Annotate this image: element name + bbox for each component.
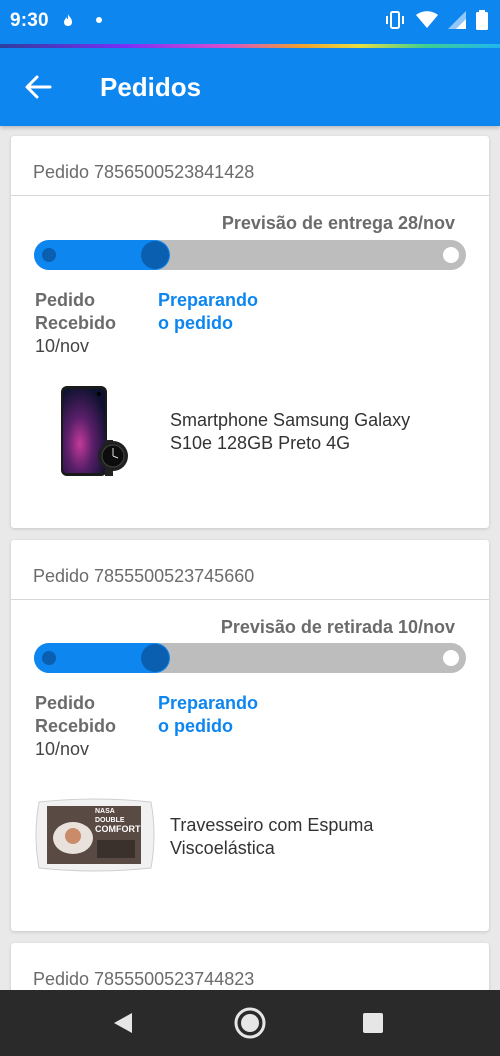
pillow-label: NASA DOUBLE COMFORT [95, 807, 141, 834]
product-name[interactable]: Smartphone Samsung Galaxy S10e 128GB Pre… [170, 409, 470, 455]
status-bar: 9:30 [0, 0, 500, 44]
orders-list[interactable]: Pedido 7856500523841428 Previsão de entr… [0, 126, 500, 990]
step-label-line1: Preparando [158, 290, 259, 310]
product-image-smartphone[interactable] [57, 384, 133, 480]
pillow-label-line1: NASA DOUBLE [95, 808, 125, 824]
step-label-line1: Pedido [35, 693, 96, 713]
circle-home-icon[interactable] [234, 1007, 266, 1039]
progress-current-marker [141, 644, 169, 672]
progress-current-marker [141, 241, 169, 269]
progress-start-marker [42, 248, 56, 262]
system-nav-bar [0, 990, 500, 1056]
order-card[interactable]: Pedido 7856500523841428 Previsão de entr… [11, 136, 489, 528]
step-date: 10/nov [35, 739, 90, 759]
app-bar: Pedidos [0, 48, 500, 126]
order-card[interactable]: Pedido 7855500523745660 Previsão de reti… [11, 540, 489, 931]
status-icons [384, 10, 488, 30]
step-label-line2: o pedido [158, 313, 233, 333]
product-name-line2: Viscoelástica [170, 838, 275, 858]
progress-end-marker [443, 650, 459, 666]
notification-dot-icon [96, 17, 102, 23]
page-title: Pedidos [100, 72, 202, 102]
order-number: Pedido 7855500523744823 [11, 943, 489, 990]
fire-icon [64, 14, 72, 26]
progress-end-marker [443, 247, 459, 263]
step-label-line2: o pedido [158, 716, 233, 736]
product-image-pillow[interactable]: NASA DOUBLE COMFORT [33, 796, 157, 874]
pillow-label-line2: COMFORT [95, 824, 141, 834]
step-label-line1: Preparando [158, 693, 259, 713]
order-number: Pedido 7856500523841428 [11, 136, 489, 196]
step-label-line1: Pedido [35, 290, 96, 310]
delivery-forecast: Previsão de entrega 28/nov [221, 213, 455, 233]
triangle-back-icon[interactable] [112, 1012, 134, 1034]
step-preparing: Preparando o pedido [158, 692, 288, 738]
progress-track [34, 643, 466, 673]
square-recents-icon[interactable] [362, 1012, 384, 1034]
step-order-received: Pedido Recebido 10/nov [35, 289, 145, 358]
product-name-line1: Travesseiro com Espuma [170, 815, 374, 835]
product-name[interactable]: Travesseiro com Espuma Viscoelástica [170, 814, 470, 860]
product-name-line1: Smartphone Samsung Galaxy [170, 410, 411, 430]
status-time: 9:30 [10, 10, 49, 31]
progress-track [34, 240, 466, 270]
order-card[interactable]: Pedido 7855500523744823 [11, 943, 489, 990]
battery-icon [476, 10, 488, 30]
order-number: Pedido 7855500523745660 [11, 540, 489, 600]
signal-icon [448, 11, 466, 29]
wifi-icon [416, 11, 438, 28]
product-name-line2: S10e 128GB Preto 4G [170, 433, 351, 453]
progress-start-marker [42, 651, 56, 665]
arrow-left-icon[interactable] [24, 74, 52, 100]
step-label-line2: Recebido [35, 716, 117, 736]
step-date: 10/nov [35, 336, 90, 356]
step-preparing: Preparando o pedido [158, 289, 288, 335]
step-label-line2: Recebido [35, 313, 117, 333]
pickup-forecast: Previsão de retirada 10/nov [220, 617, 455, 637]
step-order-received: Pedido Recebido 10/nov [35, 692, 145, 761]
vibrate-icon [386, 11, 404, 29]
